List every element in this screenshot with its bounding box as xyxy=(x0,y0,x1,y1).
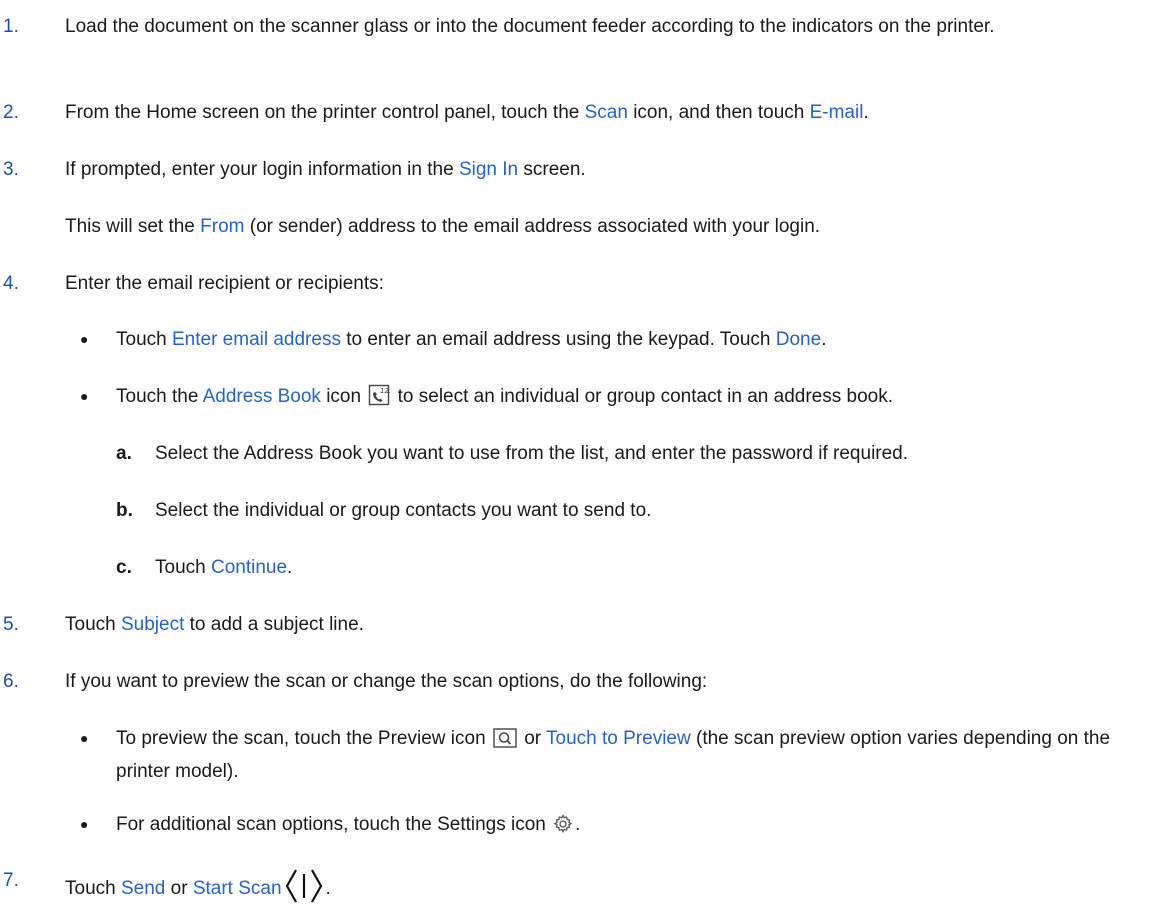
text-run: Touch xyxy=(65,878,121,899)
text-run: If prompted, enter your login informatio… xyxy=(65,159,459,180)
note-text: This will set the From (or sender) addre… xyxy=(65,212,1169,241)
settings-icon xyxy=(553,814,573,843)
done-term: Done xyxy=(775,329,822,350)
text-run: This will set the xyxy=(65,216,201,237)
bullet: ● xyxy=(80,816,89,832)
step-text: Enter the email recipient or recipients: xyxy=(65,273,384,294)
text-run: icon, and then touch xyxy=(627,102,810,123)
text-run: (or sender) address to the email address… xyxy=(244,216,821,237)
text-run: . xyxy=(325,878,331,899)
step-number: 1. xyxy=(3,16,19,37)
text-run: to add a subject line. xyxy=(184,614,364,635)
text-run: . xyxy=(287,557,293,578)
preview-icon xyxy=(493,728,517,757)
text-run: For additional scan options, touch the S… xyxy=(116,814,552,835)
text-run: Touch the xyxy=(116,386,203,407)
email-term: E-mail xyxy=(809,102,864,123)
bullet: ● xyxy=(80,331,89,347)
step-text: Touch Send or Start Scan. xyxy=(65,866,1169,915)
step-number: 4. xyxy=(3,273,19,294)
step-text: Touch Subject to add a subject line. xyxy=(65,610,1169,639)
bullet-text: Touch the Address Book icon 123 to selec… xyxy=(116,382,1169,415)
from-term: From xyxy=(200,216,245,237)
bullet-text: For additional scan options, touch the S… xyxy=(116,810,1169,843)
address-book-icon: 123 xyxy=(368,384,394,415)
step-number: 7. xyxy=(3,870,19,891)
step-text: If prompted, enter your login informatio… xyxy=(65,155,1169,184)
substep-label: a. xyxy=(116,443,132,464)
step-number: 2. xyxy=(3,102,19,123)
text-run: to enter an email address using the keyp… xyxy=(340,329,776,350)
bullet: ● xyxy=(80,388,89,404)
text-run: . xyxy=(821,329,827,350)
address-book-term: Address Book xyxy=(202,386,321,407)
text-run: or xyxy=(165,878,193,899)
bullet: ● xyxy=(80,730,89,746)
step-number: 6. xyxy=(3,671,19,692)
substep-label: b. xyxy=(116,500,133,521)
step-number: 3. xyxy=(3,159,19,180)
step-number: 5. xyxy=(3,614,19,635)
subject-term: Subject xyxy=(120,614,185,635)
text-run: . xyxy=(575,814,581,835)
start-scan-term: Start Scan xyxy=(192,878,282,899)
step-text: Load the document on the scanner glass o… xyxy=(65,16,995,37)
address-book-icon-text: 123 xyxy=(380,387,390,395)
enter-email-term: Enter email address xyxy=(171,329,341,350)
bullet-text: Touch Enter email address to enter an em… xyxy=(116,325,1169,354)
text-run: To preview the scan, touch the Preview i… xyxy=(116,728,491,749)
step-text: From the Home screen on the printer cont… xyxy=(65,98,1169,127)
text-run: icon xyxy=(320,386,367,407)
touch-to-preview-term: Touch to Preview xyxy=(546,728,691,749)
continue-term: Continue xyxy=(210,557,288,578)
text-run: to select an individual or group contact… xyxy=(392,386,893,407)
sign-in-term: Sign In xyxy=(458,159,519,180)
substep-text: Touch Continue. xyxy=(155,553,1169,582)
text-run: or xyxy=(518,728,547,749)
text-run: Touch xyxy=(116,329,172,350)
text-run: From the Home screen on the printer cont… xyxy=(65,102,585,123)
send-term: Send xyxy=(120,878,166,899)
substep-text: Select the individual or group contacts … xyxy=(155,500,652,521)
text-run: Touch xyxy=(65,614,121,635)
bullet-text: To preview the scan, touch the Preview i… xyxy=(116,724,1169,786)
start-scan-icon xyxy=(284,866,324,915)
step-text: If you want to preview the scan or chang… xyxy=(65,671,708,692)
substep-text: Select the Address Book you want to use … xyxy=(155,443,909,464)
text-run: screen. xyxy=(518,159,586,180)
text-run: . xyxy=(863,102,869,123)
scan-term: Scan xyxy=(584,102,628,123)
text-run: Touch xyxy=(155,557,211,578)
substep-label: c. xyxy=(116,557,132,578)
